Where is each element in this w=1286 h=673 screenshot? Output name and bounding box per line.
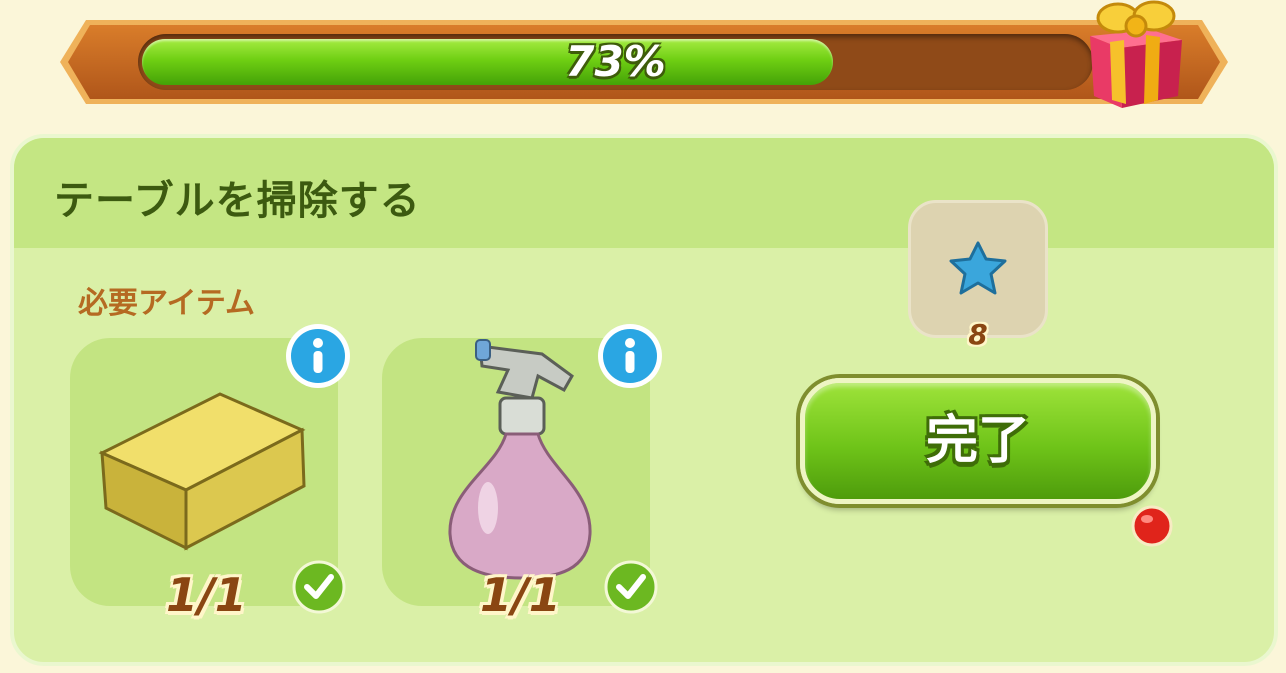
check-icon xyxy=(604,560,658,614)
required-items-label: 必要アイテム xyxy=(78,286,255,321)
task-title: テーブルを掃除する xyxy=(54,178,421,224)
notification-dot xyxy=(1131,505,1173,547)
info-button-spray-bottle[interactable] xyxy=(596,322,664,390)
progress-percent-label: 73% xyxy=(565,37,666,86)
blue-star-icon xyxy=(949,241,1007,295)
item-count-sponge: 1/1 xyxy=(166,568,247,622)
check-icon xyxy=(292,560,346,614)
reward-count: 8 xyxy=(968,318,988,351)
task-header: テーブルを掃除する xyxy=(14,138,1274,248)
info-button-sponge[interactable] xyxy=(284,322,352,390)
complete-button[interactable]: 完了 xyxy=(800,378,1156,504)
gift-icon[interactable] xyxy=(1080,0,1190,112)
complete-button-label: 完了 xyxy=(925,411,1030,471)
item-count-spray-bottle: 1/1 xyxy=(480,568,561,622)
